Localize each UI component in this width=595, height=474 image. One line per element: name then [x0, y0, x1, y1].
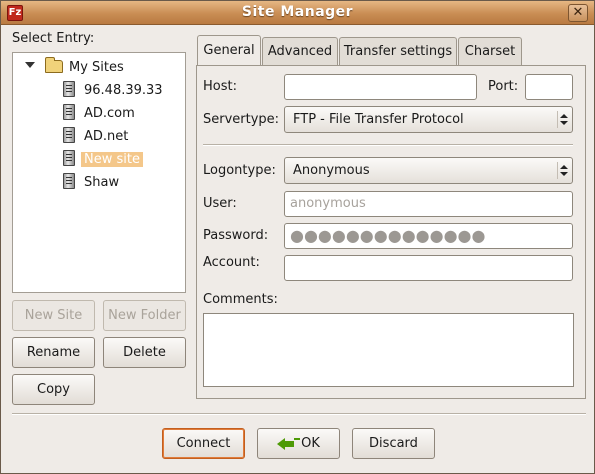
server-icon	[63, 127, 75, 143]
separator	[203, 144, 573, 146]
password-field[interactable]: ●●●●●●●●●●●●●●	[284, 223, 573, 249]
server-icon	[63, 81, 75, 97]
discard-button[interactable]: Discard	[352, 428, 435, 459]
new-folder-button[interactable]: New Folder	[103, 300, 186, 331]
bottom-separator	[12, 413, 586, 415]
account-label: Account:	[203, 255, 260, 270]
ok-arrow-icon	[277, 434, 299, 450]
servertype-label: Servertype:	[203, 112, 280, 127]
tab-transfer-settings[interactable]: Transfer settings	[339, 37, 457, 67]
delete-button[interactable]: Delete	[103, 337, 186, 368]
title-bar[interactable]: Fz Site Manager ✕	[1, 1, 594, 25]
account-input[interactable]	[284, 255, 573, 281]
server-icon	[63, 150, 75, 166]
site-manager-window: Fz Site Manager ✕ Select Entry: My Sites…	[0, 0, 595, 474]
close-button[interactable]: ✕	[568, 4, 588, 22]
password-mask: ●●●●●●●●●●●●●●	[290, 226, 486, 245]
comments-textarea[interactable]	[203, 313, 574, 387]
servertype-value: FTP - File Transfer Protocol	[293, 112, 464, 127]
host-input[interactable]	[284, 74, 477, 100]
port-label: Port:	[488, 79, 519, 94]
logontype-label: Logontype:	[203, 163, 276, 178]
tree-item-site[interactable]: Shaw	[63, 173, 122, 193]
tab-charset[interactable]: Charset	[458, 37, 522, 67]
port-input[interactable]	[525, 74, 573, 100]
tree-item-my-sites[interactable]: My Sites	[45, 57, 127, 78]
copy-button[interactable]: Copy	[12, 374, 95, 405]
tree-item-label: New site	[81, 152, 143, 167]
tab-advanced[interactable]: Advanced	[262, 37, 338, 67]
tree-item-site[interactable]: 96.48.39.33	[63, 81, 166, 101]
collapse-arrow-icon[interactable]	[25, 62, 35, 68]
tree-item-site[interactable]: AD.com	[63, 104, 138, 124]
tree-item-label: My Sites	[69, 60, 124, 75]
tree-item-label: Shaw	[84, 175, 120, 190]
rename-button[interactable]: Rename	[12, 337, 95, 368]
folder-open-icon	[45, 57, 63, 73]
server-icon	[63, 104, 75, 120]
tab-general[interactable]: General	[197, 35, 261, 65]
logontype-select[interactable]: Anonymous	[284, 157, 573, 184]
ok-button[interactable]: OK	[257, 428, 340, 459]
host-label: Host:	[203, 79, 237, 94]
comments-label: Comments:	[203, 292, 278, 307]
ok-label: OK	[301, 436, 320, 451]
updown-arrows-icon	[557, 111, 568, 128]
tree-item-label: AD.com	[84, 106, 135, 121]
site-tree[interactable]: My Sites 96.48.39.33 AD.com AD.net New s…	[12, 52, 186, 293]
new-site-button[interactable]: New Site	[12, 300, 95, 331]
server-icon	[63, 173, 75, 189]
tree-item-label: 96.48.39.33	[84, 83, 163, 98]
servertype-select[interactable]: FTP - File Transfer Protocol	[284, 106, 573, 133]
connect-button[interactable]: Connect	[162, 428, 245, 459]
window-title: Site Manager	[241, 4, 354, 20]
tree-item-label: AD.net	[84, 129, 129, 144]
select-entry-label: Select Entry:	[12, 31, 95, 46]
updown-arrows-icon	[557, 162, 568, 179]
password-label: Password:	[203, 228, 269, 243]
tree-item-site[interactable]: AD.net	[63, 127, 131, 147]
user-label: User:	[203, 196, 237, 211]
user-field[interactable]: anonymous	[284, 191, 573, 217]
tree-item-site-selected[interactable]: New site	[63, 150, 143, 170]
logontype-value: Anonymous	[293, 163, 370, 178]
